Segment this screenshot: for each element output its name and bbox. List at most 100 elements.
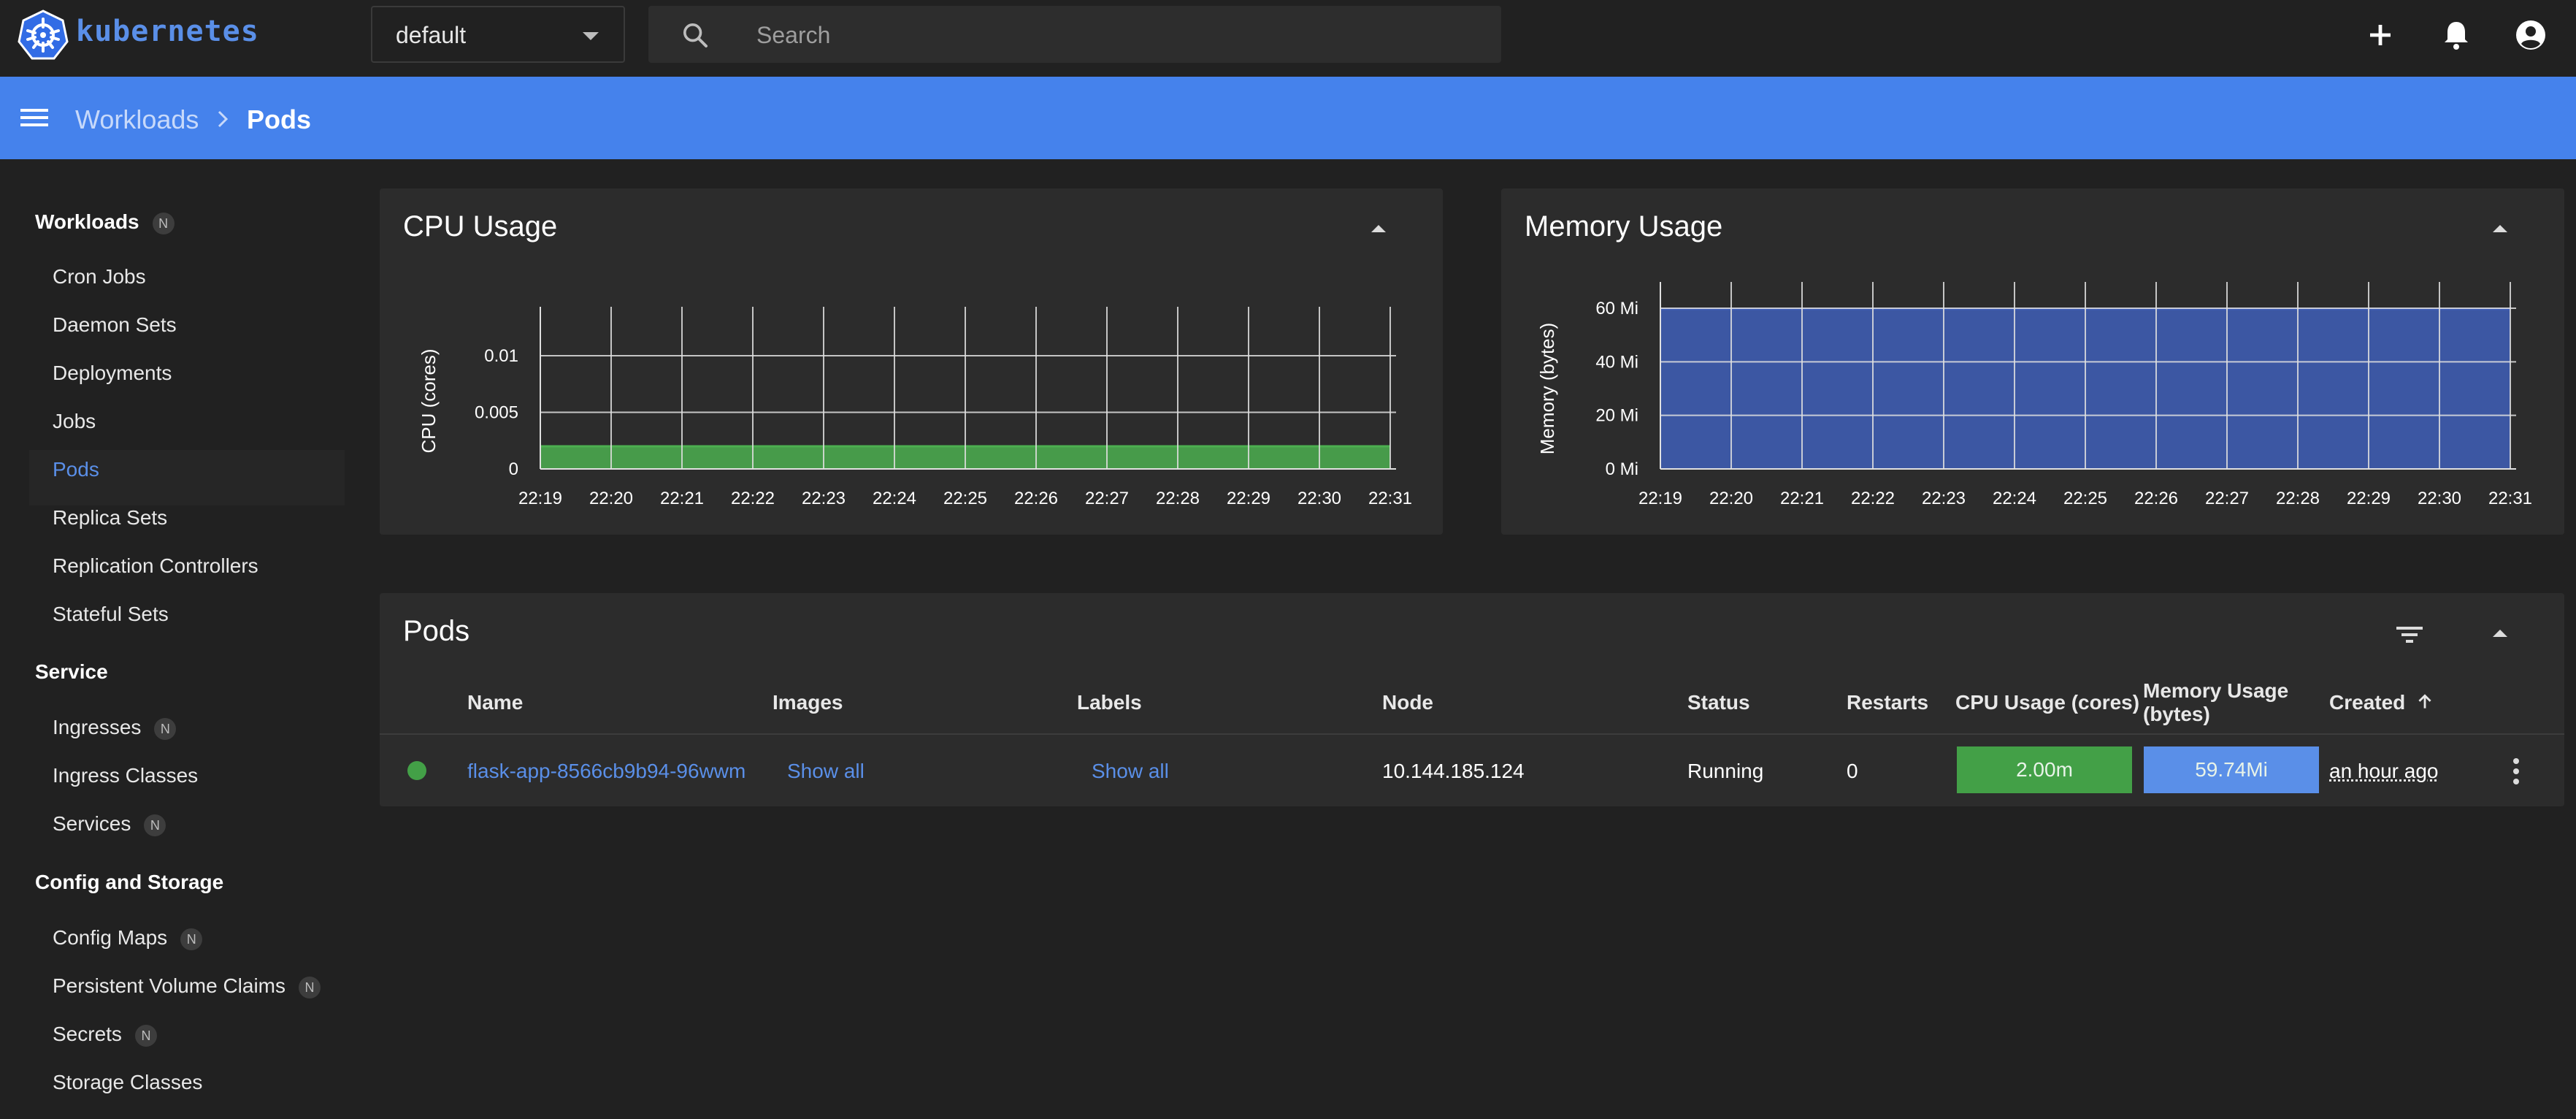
x-tick-label: 22:20 — [1709, 489, 1753, 508]
sidebar-section-workloads[interactable]: Workloads N — [35, 210, 175, 234]
sidebar-item-deployments[interactable]: Deployments — [53, 362, 172, 385]
pods-card: Pods Name Images Labels Node Status Rest… — [380, 593, 2564, 806]
namespace-value: default — [396, 22, 467, 48]
new-badge: N — [299, 976, 321, 998]
sidebar-item-config-maps[interactable]: Config Maps N — [53, 926, 203, 950]
sidebar-section-config-storage[interactable]: Config and Storage — [35, 871, 223, 894]
column-header-labels: Labels — [1077, 691, 1142, 714]
namespace-select[interactable]: default — [371, 6, 625, 63]
x-tick-label: 22:21 — [660, 489, 704, 508]
pod-cpu-usage: 2.00m — [1957, 746, 2132, 793]
column-header-created-label: Created — [2329, 691, 2406, 714]
pod-name-link[interactable]: flask-app-8566cb9b94-96wwm — [467, 760, 745, 783]
column-header-node[interactable]: Node — [1382, 691, 1433, 714]
column-header-memory-line1: Memory Usage — [2143, 679, 2289, 702]
x-tick-label: 22:25 — [943, 489, 987, 508]
collapse-icon[interactable] — [2493, 630, 2507, 637]
x-tick-label: 22:22 — [731, 489, 775, 508]
breadcrumb-workloads[interactable]: Workloads — [75, 104, 199, 135]
new-badge: N — [152, 212, 175, 234]
pod-created: an hour ago — [2329, 760, 2439, 782]
sidebar-item-label: Persistent Volume Claims — [53, 974, 286, 997]
column-header-images: Images — [773, 691, 843, 714]
arrow-up-icon — [2418, 694, 2431, 709]
column-header-memory-line2: (bytes) — [2143, 703, 2210, 725]
status-running-icon — [407, 761, 426, 780]
column-header-status[interactable]: Status — [1687, 691, 1750, 714]
more-vert-icon[interactable] — [2510, 757, 2522, 786]
x-tick-label: 22:19 — [1638, 489, 1682, 508]
sidebar-item-storage-classes[interactable]: Storage Classes — [53, 1071, 202, 1094]
memory-chart: 22:19 22:20 22:21 22:22 22:23 22:24 22:25 22:26… — [1536, 282, 2532, 508]
memory-usage-card: Memory Usage 22:19 22:20 22:21 22:22 22:23 22… — [1501, 188, 2564, 535]
x-tick-label: 22:24 — [1993, 489, 2036, 508]
y-axis-label: Memory (bytes) — [1536, 323, 1558, 455]
x-tick-label: 22:19 — [518, 489, 562, 508]
table-row: flask-app-8566cb9b94-96wwm Show all Show… — [380, 735, 2564, 806]
labels-show-all-link[interactable]: Show all — [1092, 760, 1169, 783]
column-header-restarts[interactable]: Restarts — [1847, 691, 1928, 714]
x-tick-label: 22:27 — [2205, 489, 2249, 508]
sidebar-item-cron-jobs[interactable]: Cron Jobs — [53, 265, 146, 289]
new-badge: N — [154, 717, 177, 740]
brand-name[interactable]: kubernetes — [76, 15, 259, 48]
column-header-name[interactable]: Name — [467, 691, 523, 714]
sidebar-item-replication-controllers[interactable]: Replication Controllers — [53, 554, 258, 578]
bell-icon[interactable] — [2439, 18, 2474, 53]
sidebar-item-persistent-volume-claims[interactable]: Persistent Volume Claims N — [53, 974, 321, 998]
chevron-down-icon — [583, 32, 599, 40]
menu-icon[interactable] — [19, 103, 51, 132]
chevron-right-icon — [218, 110, 229, 128]
column-header-memory: Memory Usage (bytes) — [2143, 679, 2288, 726]
breadcrumb-current: Pods — [247, 104, 312, 134]
pod-restarts: 0 — [1847, 760, 1858, 782]
x-tick-label: 22:31 — [1368, 489, 1412, 508]
x-tick-label: 22:28 — [2276, 489, 2320, 508]
pods-card-title: Pods — [403, 615, 470, 647]
account-icon[interactable] — [2513, 18, 2548, 53]
new-badge: N — [180, 928, 203, 950]
sidebar-item-label: Config Maps — [53, 926, 168, 949]
kubernetes-logo-icon[interactable] — [18, 9, 69, 61]
cpu-chart: 22:19 22:20 22:21 22:22 22:23 22:24 22:25 22:26… — [418, 307, 1412, 508]
sidebar-item-secrets[interactable]: Secrets N — [53, 1023, 157, 1047]
x-tick-label: 22:30 — [1297, 489, 1341, 508]
x-tick-label: 22:30 — [2418, 489, 2461, 508]
column-header-created[interactable]: Created — [2329, 691, 2434, 714]
sidebar-item-jobs[interactable]: Jobs — [53, 410, 96, 433]
images-show-all-link[interactable]: Show all — [787, 760, 865, 783]
sidebar-item-daemon-sets[interactable]: Daemon Sets — [53, 313, 177, 337]
breadcrumb-bar: Workloads Pods — [0, 77, 2576, 159]
plus-icon[interactable] — [2363, 18, 2398, 53]
sidebar-item-services[interactable]: Services N — [53, 812, 166, 836]
sidebar-section-service[interactable]: Service — [35, 660, 108, 684]
filter-icon[interactable] — [2395, 624, 2424, 646]
sidebar-item-replica-sets[interactable]: Replica Sets — [53, 506, 167, 530]
x-tick-label: 22:28 — [1156, 489, 1200, 508]
x-tick-label: 22:21 — [1780, 489, 1824, 508]
sidebar-item-ingress-classes[interactable]: Ingress Classes — [53, 764, 198, 787]
sidebar-item-label: Ingresses — [53, 716, 142, 738]
sidebar-item-ingresses[interactable]: Ingresses N — [53, 716, 177, 740]
x-tick-label: 22:20 — [589, 489, 633, 508]
x-tick-label: 22:23 — [802, 489, 846, 508]
y-tick-label: 0 Mi — [1606, 459, 1638, 479]
search-bar[interactable] — [648, 6, 1501, 63]
sidebar: Workloads N Cron Jobs Daemon Sets Deploym… — [0, 159, 358, 1119]
y-tick-label: 0.01 — [484, 346, 518, 366]
new-badge: N — [144, 814, 166, 836]
x-tick-label: 22:31 — [2488, 489, 2532, 508]
y-tick-label: 0 — [509, 459, 518, 479]
column-header-cpu: CPU Usage (cores) — [1955, 691, 2140, 714]
pod-memory-usage: 59.74Mi — [2144, 746, 2319, 793]
sidebar-item-stateful-sets[interactable]: Stateful Sets — [53, 603, 169, 626]
x-tick-label: 22:29 — [2347, 489, 2391, 508]
y-tick-label: 40 Mi — [1595, 352, 1638, 372]
y-tick-label: 0.005 — [475, 403, 518, 423]
pod-node: 10.144.185.124 — [1382, 760, 1525, 782]
search-input[interactable] — [756, 19, 1457, 51]
x-tick-label: 22:25 — [2063, 489, 2107, 508]
pod-status: Running — [1687, 760, 1764, 782]
x-tick-label: 22:27 — [1085, 489, 1129, 508]
sidebar-item-pods[interactable]: Pods — [53, 458, 99, 481]
